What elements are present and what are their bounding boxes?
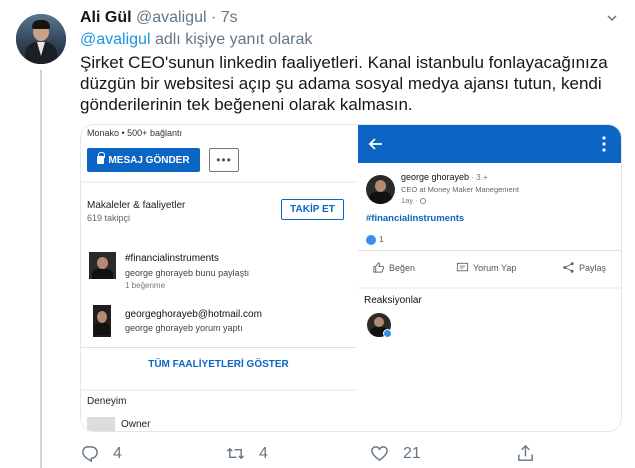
tweet-time[interactable]: 7s (221, 9, 238, 26)
reactions-card: Reaksiyonlar (358, 289, 621, 431)
reply-count: 4 (113, 444, 122, 462)
like-reaction-icon (366, 235, 376, 245)
poster-avatar[interactable] (366, 175, 395, 204)
experience-role: Owner (121, 419, 151, 430)
activity-likes: 1 beğenme (125, 281, 166, 290)
tweet-text: Şirket CEO'sunun linkedin faaliyetleri. … (80, 53, 608, 114)
thread-line (40, 70, 42, 468)
author-name[interactable]: Ali Gül (80, 9, 132, 26)
divider (81, 347, 356, 348)
tweet-media[interactable]: Monako • 500+ bağlantı MESAJ GÖNDER ••• … (80, 124, 622, 432)
comment-action-label: Yorum Yap (473, 262, 517, 273)
post-card: george ghorayeb · 3.+ CEO at Money Maker… (358, 163, 621, 287)
reaction-count[interactable]: 1 (379, 235, 383, 244)
globe-icon (419, 197, 426, 204)
follow-button[interactable]: TAKİP ET (281, 199, 344, 220)
linkedin-profile-screenshot: Monako • 500+ bağlantı MESAJ GÖNDER ••• … (81, 125, 356, 431)
activity-title[interactable]: georgeghorayeb@hotmail.com (125, 309, 262, 320)
reply-suffix: adlı kişiye yanıt olarak (150, 31, 313, 48)
share-action[interactable] (516, 444, 535, 463)
share-icon (563, 262, 574, 273)
location-connections: Monako • 500+ bağlantı (87, 128, 182, 138)
poster-name: george ghorayeb (401, 172, 470, 182)
like-action-label: Beğen (389, 262, 416, 273)
thumbs-up-icon (373, 262, 385, 273)
share-icon (518, 444, 533, 461)
poster-job-title: CEO at Money Maker Manegement (401, 185, 519, 194)
more-button[interactable]: ••• (209, 148, 239, 172)
post-hashtag[interactable]: #financialinstruments (366, 213, 464, 224)
experience-title: Deneyim (87, 396, 127, 407)
profile-card: Monako • 500+ bağlantı MESAJ GÖNDER ••• (81, 125, 356, 181)
kebab-menu-icon[interactable] (602, 135, 606, 153)
followers-count: 619 takipçi (87, 213, 131, 223)
chevron-down-icon[interactable] (606, 12, 618, 24)
heart-icon (371, 446, 388, 462)
activity-card: Makaleler & faaliyetler 619 takipçi TAKİ… (81, 183, 356, 389)
separator-dot: · (210, 9, 217, 26)
activity-thumbnail[interactable] (93, 305, 111, 337)
retweet-icon (226, 447, 245, 460)
reply-mention-link[interactable]: @avaligul (80, 31, 151, 48)
tweet: Ali Gül @avaligul · 7s @avaligul adlı ki… (0, 0, 635, 468)
activity-title[interactable]: #financialinstruments (125, 253, 219, 264)
like-reaction-icon (383, 329, 392, 338)
activity-thumbnail[interactable] (89, 252, 116, 279)
linkedin-post-screenshot: george ghorayeb · 3.+ CEO at Money Maker… (358, 125, 621, 431)
post-time-text: 1ay · (401, 196, 418, 205)
retweet-count: 4 (259, 444, 268, 462)
experience-card: Deneyim Owner (81, 391, 356, 431)
share-action-label: Paylaş (579, 262, 607, 273)
comment-action[interactable]: Yorum Yap (456, 261, 516, 274)
post-app-bar (358, 125, 621, 163)
author-handle[interactable]: @avaligul (136, 9, 207, 26)
activity-subtitle: george ghorayeb bunu paylaştı (125, 268, 250, 278)
post-time: 1ay · (401, 196, 426, 205)
lock-icon (97, 152, 106, 164)
tweet-header: Ali Gül @avaligul · 7s (80, 8, 238, 28)
activity-section-title: Makaleler & faaliyetler (87, 200, 186, 211)
reactions-title: Reaksiyonlar (364, 295, 422, 306)
company-logo (87, 417, 115, 431)
like-action[interactable]: 21 (370, 444, 421, 463)
divider (358, 250, 621, 251)
message-button[interactable]: MESAJ GÖNDER (87, 148, 200, 172)
back-arrow-icon[interactable] (366, 134, 386, 154)
reply-context: @avaligul adlı kişiye yanıt olarak (80, 30, 312, 50)
share-action[interactable]: Paylaş (562, 261, 606, 274)
like-action[interactable]: Beğen (372, 261, 415, 274)
reply-icon (82, 446, 98, 463)
tweet-actions: 4 4 21 (80, 444, 620, 466)
poster-name-line[interactable]: george ghorayeb · 3.+ (401, 172, 488, 182)
retweet-action[interactable]: 4 (226, 444, 268, 463)
comment-icon (456, 262, 469, 272)
like-count: 21 (403, 444, 421, 462)
connection-degree: · 3.+ (469, 173, 488, 182)
message-button-label: MESAJ GÖNDER (108, 154, 190, 166)
reply-action[interactable]: 4 (80, 444, 122, 463)
show-all-activity-link[interactable]: TÜM FAALİYETLERİ GÖSTER (81, 359, 356, 370)
author-avatar[interactable] (16, 14, 66, 64)
activity-subtitle: george ghorayeb yorum yaptı (125, 323, 243, 333)
